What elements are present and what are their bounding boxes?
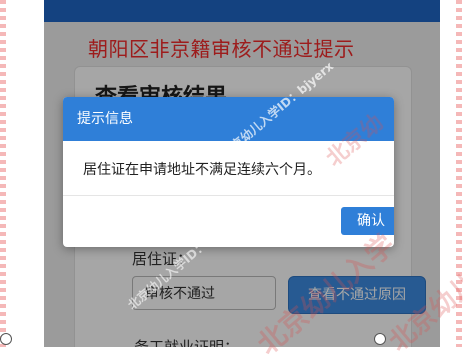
confirm-button[interactable]: 确认 [341, 207, 394, 235]
alert-dialog: 提示信息 居住证在申请地址不满足连续六个月。 确认 [63, 97, 394, 247]
selection-handle-right[interactable] [374, 333, 386, 345]
selection-handle-left[interactable] [0, 333, 12, 345]
document-border-right [456, 0, 462, 347]
dialog-message: 居住证在申请地址不满足连续六个月。 [83, 162, 321, 178]
dialog-divider [63, 195, 394, 196]
document-border-left [0, 0, 6, 347]
dialog-title: 提示信息 [63, 97, 394, 141]
